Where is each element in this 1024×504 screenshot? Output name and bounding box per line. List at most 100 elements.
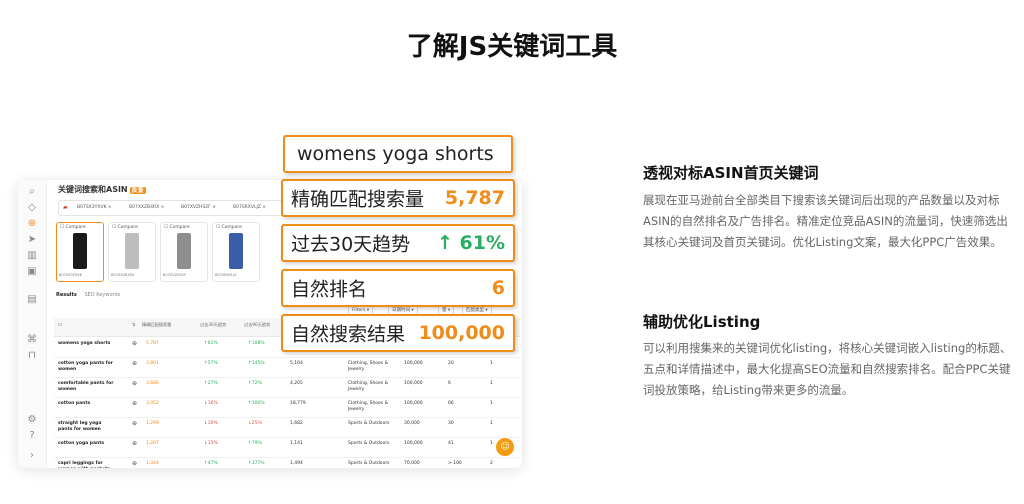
section-title: 透视对标ASIN首页关键词: [643, 164, 819, 182]
send-icon[interactable]: ➤: [18, 232, 46, 248]
tab-seo-keywords[interactable]: SEO Keywords: [84, 292, 120, 298]
select-all-checkbox[interactable]: ☐: [58, 322, 62, 327]
table-row[interactable]: cotton yoga pants ⊕ 1,287 ↓15% ↑79% 1,141 Spor…: [54, 437, 520, 458]
trend-90-cell: ↑100%: [248, 401, 265, 406]
trend-30-cell: ↓16%: [204, 401, 218, 406]
ad-rank-cell: 1: [490, 421, 493, 426]
volume-cell: 1,344: [146, 461, 159, 466]
compare-label[interactable]: ☐ Compare: [60, 225, 86, 230]
col-trend-30[interactable]: 过去30天趋势: [200, 322, 236, 327]
trend-90-cell: ↑108%: [248, 341, 265, 346]
keyword-callout: womens yoga shorts: [283, 135, 513, 173]
page-title: 了解JS关键词工具: [406, 32, 618, 62]
flag-icon[interactable]: ▰: [63, 204, 68, 211]
compare-label[interactable]: ☐ Compare: [216, 225, 242, 230]
product-image: [177, 233, 191, 269]
ads-cell: 4,205: [290, 381, 303, 386]
rank-cell: 41: [448, 441, 454, 446]
volume-cell: 1,299: [146, 421, 159, 426]
ad-rank-cell: 1: [490, 361, 493, 366]
product-card[interactable]: ☐ Compare B07SX3YXVK: [56, 222, 104, 282]
keyword-cell: cotton yoga pants: [58, 441, 105, 446]
chart-icon[interactable]: ▥: [18, 248, 46, 264]
category-cell: Clothing, Shoes & Jewelry: [348, 361, 389, 372]
asin-tag[interactable]: B07XXZB4RX ×: [129, 205, 164, 210]
target-icon[interactable]: ⊕: [132, 381, 137, 387]
category-cell: Clothing, Shoes & Jewelry: [348, 381, 389, 392]
product-image: [125, 233, 139, 269]
col-trend-90[interactable]: 过去90天趋势: [244, 322, 280, 327]
ad-rank-cell: 1: [490, 441, 493, 446]
target-icon[interactable]: ⊕: [132, 461, 137, 467]
results-cell: 100,000: [404, 361, 423, 366]
trend-90-cell: ↑377%: [248, 461, 265, 466]
settings-icon[interactable]: ⚙: [18, 412, 46, 428]
table-row[interactable]: comfortable pants for women ⊕ 3,686 ↑27% ↑72…: [54, 377, 520, 398]
doc-icon[interactable]: ▤: [18, 292, 46, 308]
target-icon[interactable]: ⊕: [132, 361, 137, 367]
ad-rank-cell: 1: [490, 381, 493, 386]
title-badge: 反查: [129, 187, 146, 194]
sort-icon[interactable]: ⇅: [132, 322, 136, 327]
table-row[interactable]: straight leg yoga pants for women ⊕ 1,299 ↓…: [54, 417, 520, 438]
search-icon[interactable]: ⌕: [18, 184, 46, 200]
col-exact-volume[interactable]: 精确匹配搜索量: [142, 322, 182, 327]
keyword-cell: straight leg yoga pants for women: [58, 421, 102, 432]
image-icon[interactable]: ▣: [18, 264, 46, 280]
trend-30-cell: ↑61%: [204, 341, 218, 346]
product-card[interactable]: ☐ Compare B07XXZB4RX: [108, 222, 156, 282]
keyword-cell: womens yoga shorts: [58, 341, 111, 346]
product-asin: B07SRXVLJZ: [215, 273, 237, 277]
target-icon[interactable]: ⊕: [132, 421, 137, 427]
trash-icon[interactable]: ⊓: [18, 348, 46, 364]
expand-icon[interactable]: ›: [18, 448, 46, 464]
results-cell: 100,000: [404, 381, 423, 386]
target-icon[interactable]: ⊕: [132, 401, 137, 407]
ads-cell: 1,141: [290, 441, 303, 446]
ad-rank-cell: 2: [490, 461, 493, 466]
plugin-icon[interactable]: ⌘: [18, 332, 46, 348]
tab-results[interactable]: Results: [56, 292, 77, 298]
keyword-icon[interactable]: ⊛: [18, 216, 46, 232]
keyword-cell: capri leggings for women with pockets: [58, 461, 110, 468]
trend-90-cell: ↑72%: [248, 381, 262, 386]
section-description: 展现在亚马逊前台全部类目下搜索该关键词后出现的产品数量以及对标ASIN的自然排名…: [643, 193, 1008, 249]
compare-label[interactable]: ☐ Compare: [112, 225, 138, 230]
target-icon[interactable]: ⊕: [132, 341, 137, 347]
asin-tag[interactable]: B07XVZHS2F ×: [181, 205, 216, 210]
product-asin: B07XVZHS2F: [163, 273, 187, 277]
target-icon[interactable]: ⊕: [132, 441, 137, 447]
tool-title: 关键词搜索和ASIN 反查: [58, 185, 146, 194]
keyword-cell: comfortable pants for women: [58, 381, 114, 392]
volume-cell: 3,686: [146, 381, 159, 386]
category-cell: Sports & Outdoors: [348, 461, 390, 466]
product-image: [229, 233, 243, 269]
category-cell: Sports & Outdoors: [348, 421, 390, 426]
trend-90-cell: ↓25%: [248, 421, 262, 426]
ad-rank-cell: 1: [490, 401, 493, 406]
asin-tag[interactable]: B07SX3YXVK ×: [77, 205, 112, 210]
table-row[interactable]: cotton pants ⊕ 3,452 ↓16% ↑100% 18,779 Clothin…: [54, 397, 520, 418]
section-description: 可以利用搜集来的关键词优化listing，将核心关键词嵌入listing的标题、…: [643, 341, 1012, 397]
help-icon[interactable]: ?: [18, 428, 46, 444]
table-row[interactable]: capri leggings for women with pockets ⊕ 1,…: [54, 457, 520, 468]
asin-tag[interactable]: B07SRXVLJZ ×: [233, 205, 266, 210]
product-asin: B07SX3YXVK: [59, 273, 82, 277]
help-fab[interactable]: ☺: [496, 438, 514, 456]
product-card[interactable]: ☐ Compare B07SRXVLJZ: [212, 222, 260, 282]
compare-label[interactable]: ☐ Compare: [164, 225, 190, 230]
trend-callout: 过去30天趋势 ↑ 61%: [281, 224, 515, 262]
results-cell: 100,000: [404, 401, 423, 406]
results-cell: 30,000: [404, 421, 420, 426]
tag-icon[interactable]: ◇: [18, 200, 46, 216]
ads-cell: 1,494: [290, 461, 303, 466]
rank-cell: 20: [448, 361, 454, 366]
rank-callout: 自然排名 6: [281, 269, 515, 307]
volume-cell: 5,787: [146, 341, 159, 346]
product-card[interactable]: ☐ Compare B07XVZHS2F: [160, 222, 208, 282]
product-image: [73, 233, 87, 269]
table-row[interactable]: cotton yoga pants for women ⊕ 3,801 ↑57% ↑14…: [54, 357, 520, 378]
rank-cell: 30: [448, 421, 454, 426]
keyword-cell: cotton pants: [58, 401, 91, 406]
asin-input[interactable]: ▰ B07SX3YXVK × B07XXZB4RX × B07XVZHS2F ×…: [58, 200, 290, 216]
